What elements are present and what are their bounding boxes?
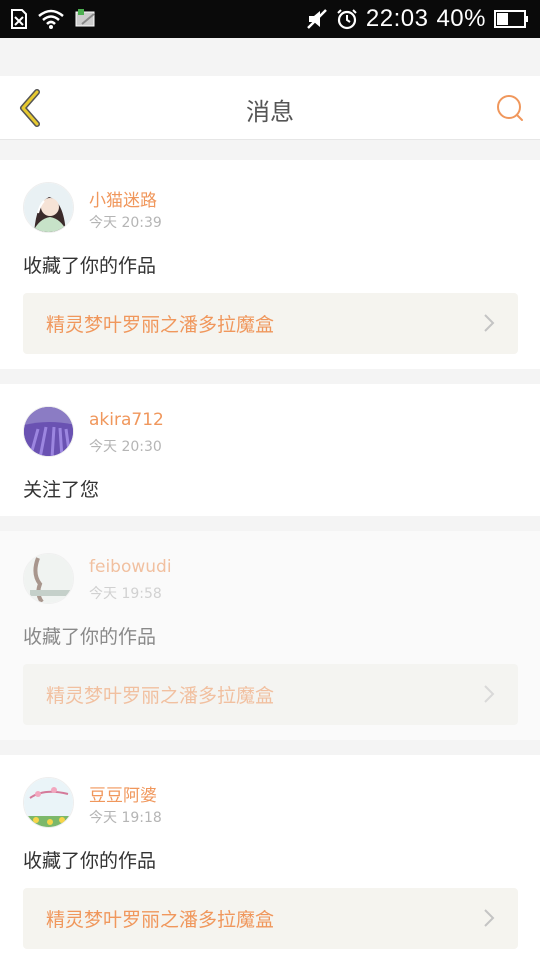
message-item[interactable]: akira712 今天 20:30 关注了您 (0, 384, 540, 516)
message-item[interactable]: feibowudi 今天 19:58 收藏了你的作品 精灵梦叶罗丽之潘多拉魔盒 (0, 531, 540, 740)
timestamp: 今天 20:30 (89, 439, 162, 455)
chevron-right-icon (484, 314, 495, 332)
battery-percent: 40% (436, 5, 486, 32)
status-left (10, 8, 98, 30)
wifi-icon (38, 9, 64, 29)
timestamp: 今天 19:18 (89, 810, 162, 826)
username[interactable]: 豆豆阿婆 (89, 781, 157, 806)
sim-missing-icon (10, 9, 28, 29)
search-button[interactable] (492, 90, 528, 126)
username[interactable]: feibowudi (89, 557, 172, 577)
message-item[interactable]: 小猫迷路 今天 20:39 收藏了你的作品 精灵梦叶罗丽之潘多拉魔盒 (0, 160, 540, 369)
status-right: 22:03 40% (306, 5, 530, 33)
timestamp: 今天 19:58 (89, 586, 162, 602)
work-link[interactable]: 精灵梦叶罗丽之潘多拉魔盒 (23, 293, 518, 354)
username[interactable]: 小猫迷路 (89, 186, 157, 211)
action-text: 关注了您 (23, 479, 100, 501)
search-icon (497, 95, 523, 121)
work-title: 精灵梦叶罗丽之潘多拉魔盒 (46, 685, 275, 707)
action-text: 收藏了你的作品 (23, 626, 157, 648)
mute-icon (306, 8, 328, 30)
timestamp: 今天 20:39 (89, 215, 162, 231)
status-bar: 22:03 40% (0, 0, 540, 38)
username[interactable]: akira712 (89, 410, 164, 430)
work-title: 精灵梦叶罗丽之潘多拉魔盒 (46, 909, 275, 931)
avatar[interactable] (23, 182, 74, 233)
action-text: 收藏了你的作品 (23, 850, 157, 872)
avatar[interactable] (23, 553, 74, 604)
work-title: 精灵梦叶罗丽之潘多拉魔盒 (46, 314, 275, 336)
message-item[interactable]: 豆豆阿婆 今天 19:18 收藏了你的作品 精灵梦叶罗丽之潘多拉魔盒 (0, 755, 540, 960)
work-link[interactable]: 精灵梦叶罗丽之潘多拉魔盒 (23, 664, 518, 725)
alarm-icon (336, 8, 358, 30)
app-header: 消息 (0, 76, 540, 140)
work-link[interactable]: 精灵梦叶罗丽之潘多拉魔盒 (23, 888, 518, 949)
chevron-right-icon (484, 685, 495, 703)
action-text: 收藏了你的作品 (23, 255, 157, 277)
avatar[interactable] (23, 777, 74, 828)
battery-icon (494, 9, 530, 29)
chevron-right-icon (484, 909, 495, 927)
avatar[interactable] (23, 406, 74, 457)
page-title: 消息 (246, 98, 294, 126)
clock-time: 22:03 (365, 5, 429, 32)
notification-image-icon (74, 8, 98, 30)
